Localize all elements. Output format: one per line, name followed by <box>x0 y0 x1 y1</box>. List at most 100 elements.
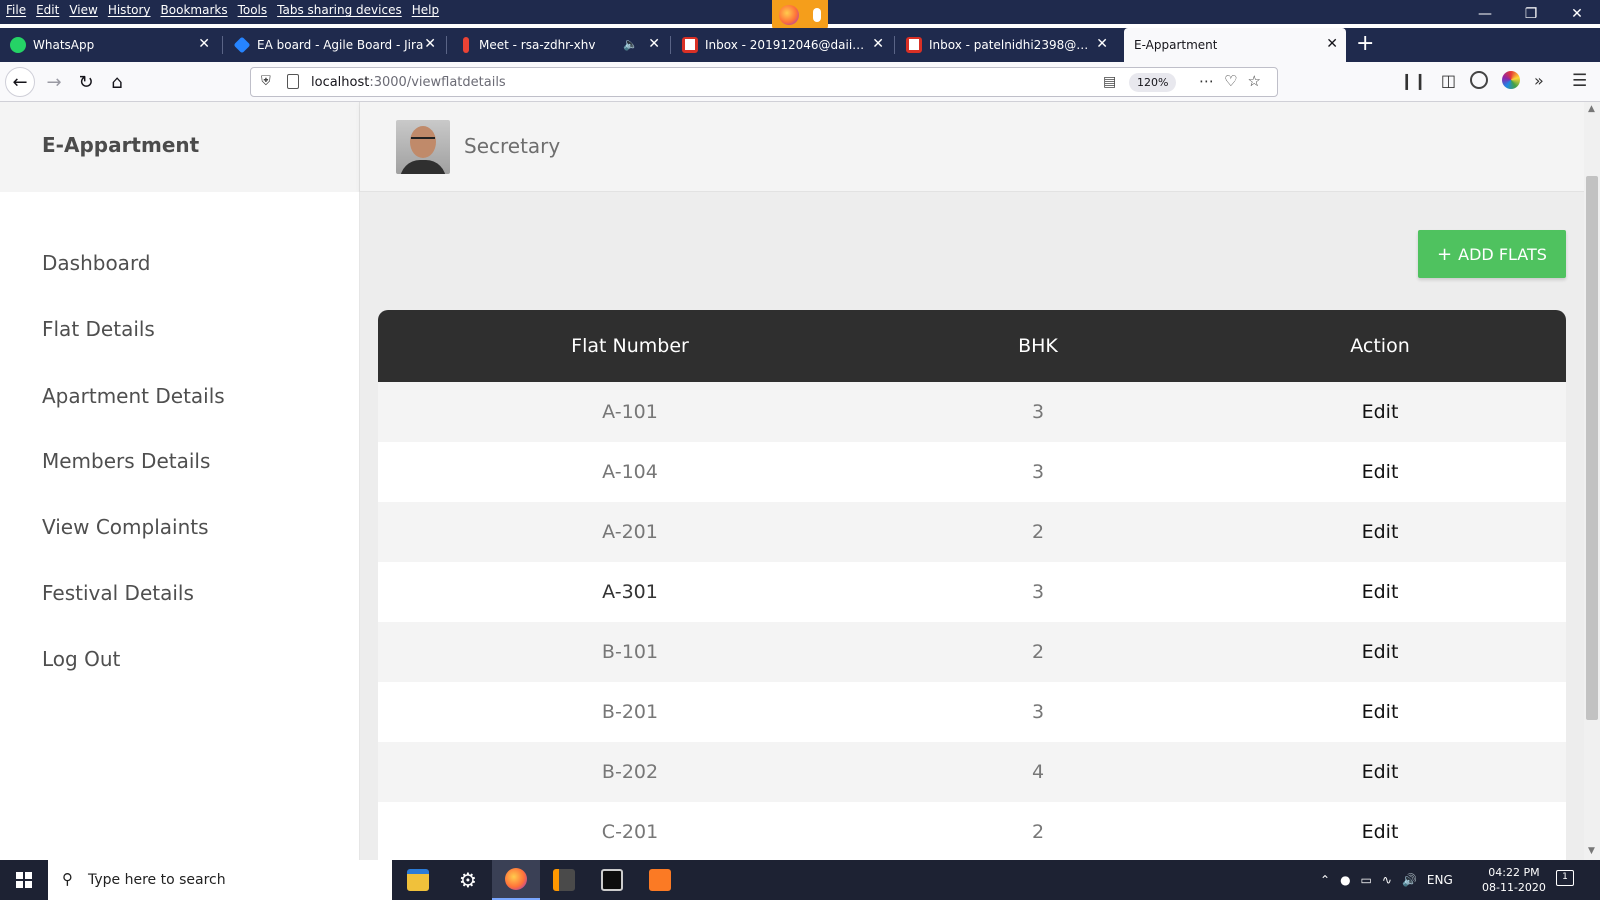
scroll-up-icon[interactable]: ▲ <box>1588 104 1595 114</box>
app-brand[interactable]: E-Appartment <box>42 133 199 157</box>
tab-separator <box>222 36 223 54</box>
menu-tools[interactable]: Tools <box>238 3 268 17</box>
tab-e-appartment[interactable]: E-Appartment ✕ <box>1124 28 1346 62</box>
edit-link[interactable]: Edit <box>1194 382 1566 442</box>
scrollbar-thumb[interactable] <box>1586 176 1598 720</box>
edit-link[interactable]: Edit <box>1194 442 1566 502</box>
home-icon[interactable]: ⌂ <box>103 68 131 96</box>
minimize-icon[interactable]: — <box>1462 0 1508 28</box>
taskbar-search[interactable]: ⚲ Type here to search <box>48 860 392 900</box>
edit-link[interactable]: Edit <box>1194 682 1566 742</box>
header-flat-number[interactable]: Flat Number <box>378 310 882 382</box>
zoom-level-badge[interactable]: 120% <box>1129 73 1177 92</box>
tab-whatsapp[interactable]: WhatsApp ✕ <box>0 28 218 62</box>
avatar[interactable] <box>396 120 450 174</box>
terminal-icon <box>601 869 623 891</box>
app-page: E-Appartment Secretary Dashboard Flat De… <box>0 102 1584 860</box>
menu-file[interactable]: File <box>6 3 26 17</box>
tab-jira[interactable]: EA board - Agile Board - Jira ✕ <box>224 28 444 62</box>
add-flats-label: ADD FLATS <box>1458 244 1547 264</box>
edit-link[interactable]: Edit <box>1194 502 1566 562</box>
menu-tabs-sharing-devices[interactable]: Tabs sharing devices <box>277 3 402 17</box>
bookmark-star-icon[interactable]: ☆ <box>1247 72 1260 90</box>
more-actions-icon[interactable]: ⋯ <box>1199 72 1214 90</box>
microphone-recording-icon <box>463 37 469 53</box>
page-actions: ⋯ ♡ ☆ <box>1199 72 1261 90</box>
wifi-icon[interactable]: ∿ <box>1382 873 1392 887</box>
close-tab-icon[interactable]: ✕ <box>198 36 210 52</box>
close-tab-icon[interactable]: ✕ <box>648 36 660 52</box>
cell-bhk: 4 <box>1031 761 1045 783</box>
gmail-icon <box>906 37 922 53</box>
menu-history[interactable]: History <box>108 3 151 17</box>
notification-icon[interactable]: 1 <box>1556 870 1574 886</box>
tab-gmail-1[interactable]: Inbox - 201912046@daiict.ac.in ✕ <box>672 28 892 62</box>
pocket-icon[interactable]: ♡ <box>1224 72 1237 90</box>
language-indicator[interactable]: ENG <box>1427 873 1453 887</box>
extension-icon[interactable] <box>1501 71 1520 89</box>
tab-separator <box>446 36 447 54</box>
address-bar[interactable]: ⛨ localhost:3000/viewflatdetails ▤ 120% … <box>250 67 1278 97</box>
sidebar-item-log-out[interactable]: Log Out <box>42 647 120 671</box>
tab-gmail-2[interactable]: Inbox - patelnidhi2398@gmail. ✕ <box>896 28 1116 62</box>
edit-link[interactable]: Edit <box>1194 802 1566 860</box>
taskbar-xampp[interactable] <box>636 860 684 900</box>
microphone-icon[interactable]: ● <box>1340 873 1350 887</box>
menu-view[interactable]: View <box>69 3 97 17</box>
page-scrollbar[interactable]: ▲ ▼ <box>1584 102 1600 860</box>
tab-meet[interactable]: Meet - rsa-zdhr-xhv 🔈 ✕ <box>448 28 668 62</box>
chevron-up-icon[interactable]: ⌃ <box>1320 873 1330 887</box>
close-tab-icon[interactable]: ✕ <box>424 36 436 52</box>
header-bhk[interactable]: BHK <box>882 310 1194 382</box>
restore-icon[interactable]: ❐ <box>1508 0 1554 28</box>
taskbar-file-explorer[interactable] <box>394 860 442 900</box>
start-button[interactable] <box>0 860 48 900</box>
back-arrow-icon[interactable]: ← <box>5 67 35 97</box>
url-text[interactable]: localhost:3000/viewflatdetails <box>311 75 506 90</box>
search-placeholder: Type here to search <box>88 872 226 888</box>
edit-link[interactable]: Edit <box>1194 562 1566 622</box>
close-tab-icon[interactable]: ✕ <box>872 36 884 52</box>
taskbar-settings[interactable]: ⚙ <box>444 860 492 900</box>
add-flats-button[interactable]: + ADD FLATS <box>1418 230 1566 278</box>
clock[interactable]: 04:22 PM 08-11-2020 <box>1482 865 1546 895</box>
account-icon[interactable] <box>1469 71 1488 89</box>
speaker-icon[interactable]: 🔈 <box>623 37 638 51</box>
taskbar-sublime[interactable] <box>540 860 588 900</box>
sidebar-item-members-details[interactable]: Members Details <box>42 449 210 473</box>
table-row: B-101 2 Edit <box>378 622 1566 682</box>
library-icon[interactable]: ❙❙ <box>1400 71 1427 90</box>
volume-icon[interactable]: 🔊 <box>1402 873 1417 887</box>
menu-bookmarks[interactable]: Bookmarks <box>161 3 228 17</box>
forward-arrow-icon[interactable]: → <box>40 68 68 96</box>
tab-label: E-Appartment <box>1134 38 1218 52</box>
hamburger-menu-icon[interactable]: ☰ <box>1572 71 1587 91</box>
taskbar-terminal[interactable] <box>588 860 636 900</box>
close-tab-icon[interactable]: ✕ <box>1326 36 1338 52</box>
windows-taskbar: ⚲ Type here to search ⚙ ⌃ ● ▭ ∿ 🔊 ENG 04… <box>0 860 1600 900</box>
sidebar-item-flat-details[interactable]: Flat Details <box>42 317 155 341</box>
sidebar-item-festival-details[interactable]: Festival Details <box>42 581 194 605</box>
tab-separator <box>894 36 895 54</box>
reader-view-icon[interactable]: ▤ <box>1103 74 1116 90</box>
close-tab-icon[interactable]: ✕ <box>1096 36 1108 52</box>
header-action[interactable]: Action <box>1194 310 1566 382</box>
new-tab-icon[interactable]: + <box>1356 31 1374 56</box>
reload-icon[interactable]: ↻ <box>72 68 100 96</box>
sidebar-item-dashboard[interactable]: Dashboard <box>42 251 151 275</box>
edit-link[interactable]: Edit <box>1194 742 1566 802</box>
scroll-down-icon[interactable]: ▼ <box>1588 846 1595 856</box>
sidebar-item-view-complaints[interactable]: View Complaints <box>42 515 209 539</box>
mic-sharing-indicator[interactable] <box>772 0 828 30</box>
menu-help[interactable]: Help <box>412 3 439 17</box>
taskbar-firefox[interactable] <box>492 860 540 900</box>
close-window-icon[interactable]: ✕ <box>1554 0 1600 28</box>
page-info-icon[interactable] <box>287 74 299 89</box>
menu-edit[interactable]: Edit <box>36 3 59 17</box>
battery-icon[interactable]: ▭ <box>1361 873 1372 887</box>
overflow-chevron-icon[interactable]: » <box>1534 71 1544 90</box>
sidebar-icon[interactable]: ◫ <box>1441 71 1456 90</box>
tracking-shield-icon[interactable]: ⛨ <box>261 74 271 89</box>
edit-link[interactable]: Edit <box>1194 622 1566 682</box>
sidebar-item-apartment-details[interactable]: Apartment Details <box>42 384 225 408</box>
